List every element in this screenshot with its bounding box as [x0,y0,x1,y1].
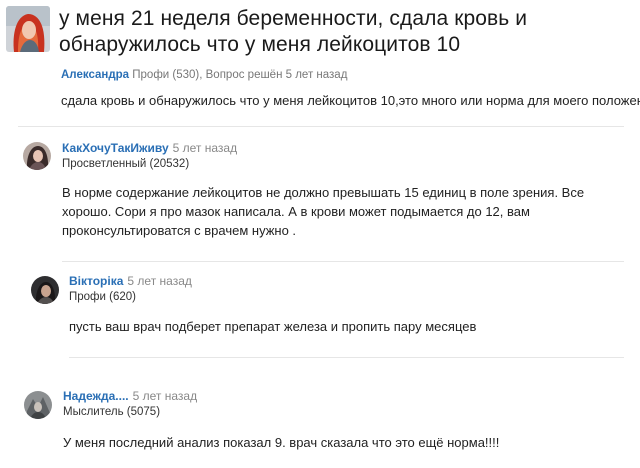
user-avatar-icon [24,391,52,419]
answer-author-avatar[interactable] [24,391,52,419]
answer-time: 5 лет назад [172,141,238,155]
question-author-status: Профи (530), Вопрос решён 5 лет назад [132,69,348,81]
divider [69,357,624,358]
user-avatar-icon [6,6,50,52]
question-meta: Александра Профи (530), Вопрос решён 5 л… [61,69,347,81]
answer-time: 5 лет назад [132,389,198,403]
question-title: у меня 21 неделя беременности, сдала кро… [59,7,528,56]
user-avatar-icon [31,276,59,304]
answer-time: 5 лет назад [127,274,192,288]
answer-header: КакХочуТакИживу 5 лет назад [62,141,237,155]
question-author-link[interactable]: Александра [61,69,129,81]
answer-author-link[interactable]: Вікторіка [69,274,123,288]
question-page: у меня 21 неделя беременности, сдала кро… [0,0,640,468]
answer-text: В норме содержание лейкоцитов не должно … [62,185,585,238]
answer-author-rank: Просветленный (20532) [62,158,190,170]
answer-header: Вікторіка 5 лет назад [69,274,192,288]
answer-author-rank: Мыслитель (5075) [63,406,161,418]
answer-text: пусть ваш врач подберет препарат железа … [69,319,477,334]
divider [62,261,624,262]
answer-text: У меня последний анализ показал 9. врач … [63,435,500,450]
divider [18,126,624,127]
answer-author-avatar[interactable] [23,142,51,170]
question-author-avatar[interactable] [6,6,50,52]
answer-author-rank: Профи (620) [69,291,136,303]
answer-author-link[interactable]: Надежда.... [63,389,129,403]
answer-author-avatar[interactable] [31,276,59,304]
question-body: сдала кровь и обнаружилось что у меня ле… [61,93,640,108]
answer-header: Надежда.... 5 лет назад [63,389,197,403]
user-avatar-icon [23,142,51,170]
answer-author-link[interactable]: КакХочуТакИживу [62,141,169,155]
